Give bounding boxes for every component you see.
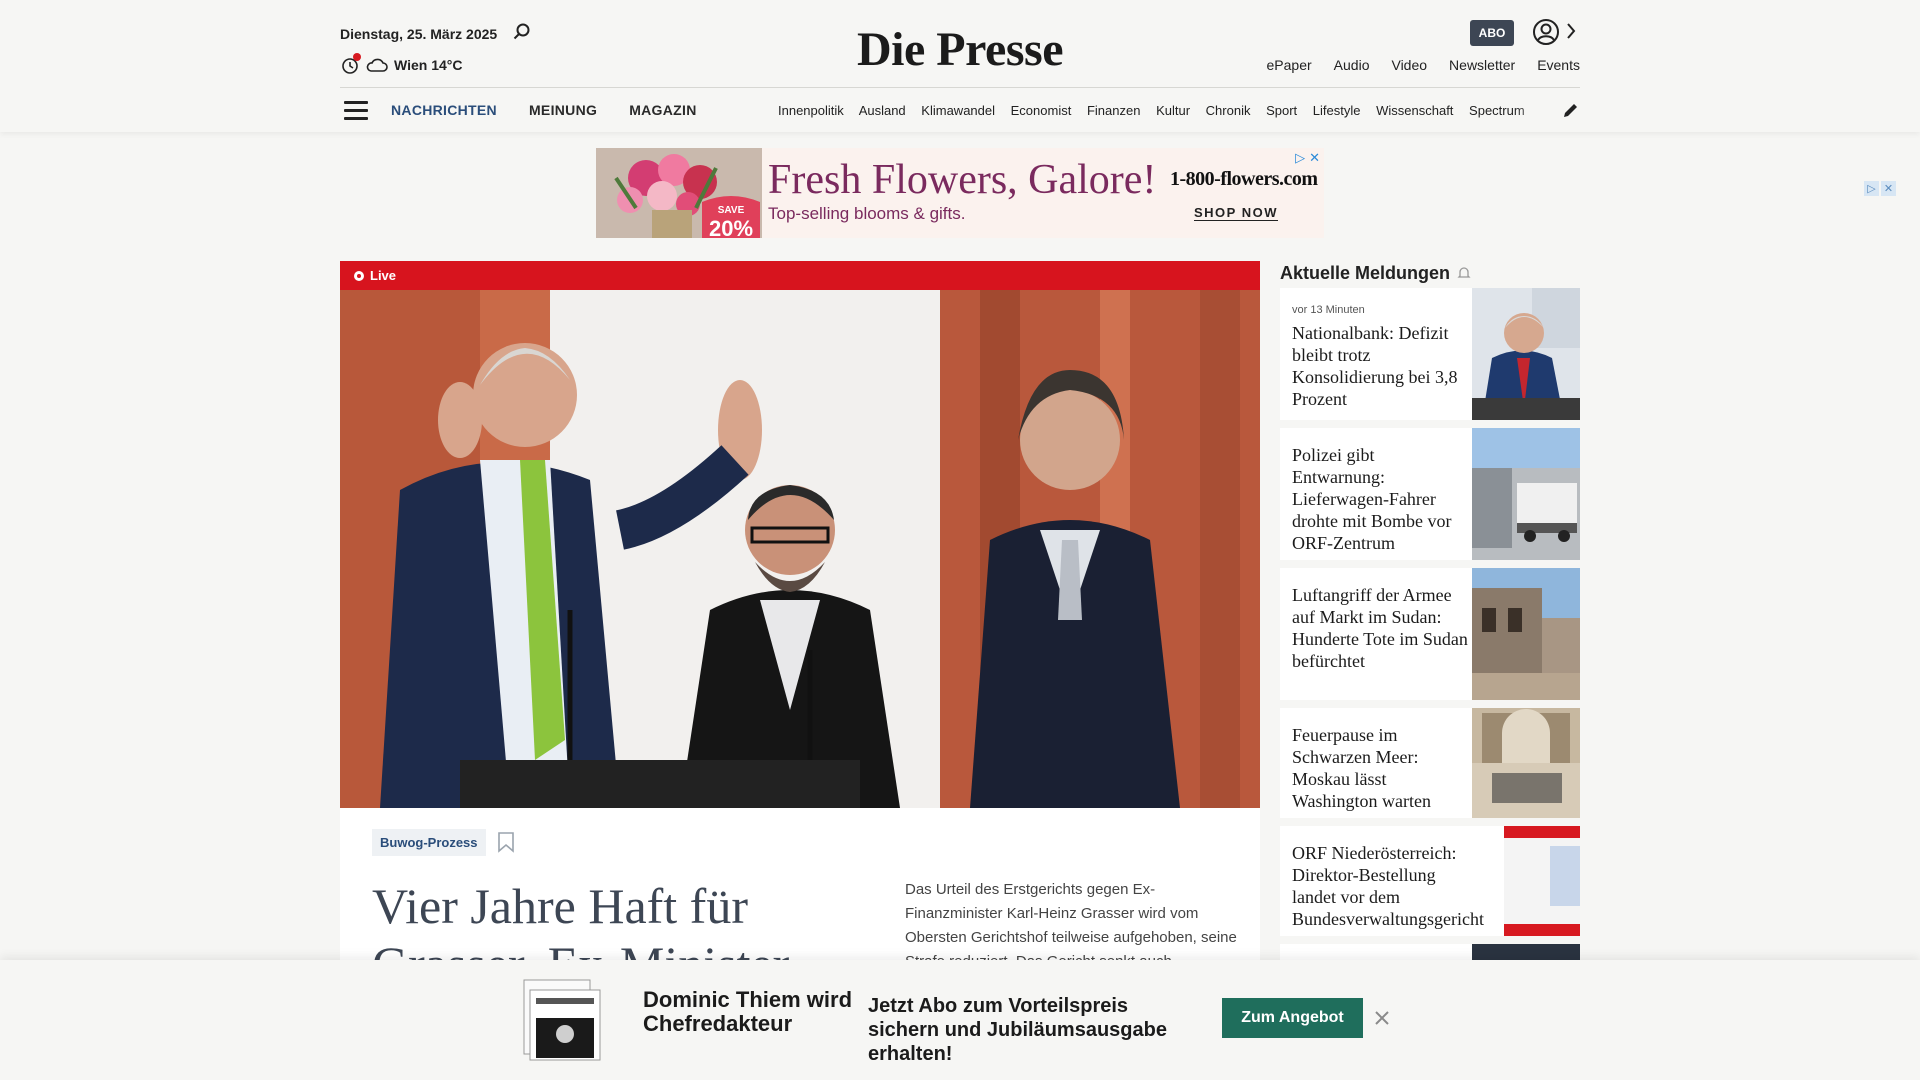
news-thumbnail[interactable] bbox=[1472, 826, 1580, 936]
nav-finanzen[interactable]: Finanzen bbox=[1087, 103, 1140, 118]
top-links: ePaper Audio Video Newsletter Events bbox=[1267, 57, 1580, 73]
lead-photo[interactable] bbox=[340, 290, 1260, 808]
news-item[interactable]: Feuerpause im Schwarzen Meer: Moskau läs… bbox=[1280, 708, 1580, 818]
nav-kultur[interactable]: Kultur bbox=[1156, 103, 1190, 118]
nav-wissenschaft[interactable]: Wissenschaft bbox=[1376, 103, 1453, 118]
main-navigation: NACHRICHTEN MEINUNG MAGAZIN Innenpolitik… bbox=[340, 87, 1580, 132]
news-headline[interactable]: ORF Niederösterreich: Direktor-Bestellun… bbox=[1292, 842, 1484, 930]
site-header: Dienstag, 25. März 2025 Wien 14°C Die Pr… bbox=[0, 0, 1920, 132]
nav-klimawandel[interactable]: Klimawandel bbox=[921, 103, 995, 118]
nav-sport[interactable]: Sport bbox=[1266, 103, 1297, 118]
ad-cta[interactable]: SHOP NOW bbox=[1194, 205, 1278, 221]
pencil-icon[interactable] bbox=[1562, 101, 1580, 119]
newspaper-image bbox=[523, 979, 601, 1061]
save-badge: SAVE 20% bbox=[702, 196, 760, 238]
save-value: 20% bbox=[709, 216, 753, 238]
ad-subline: Top-selling blooms & gifts. bbox=[768, 204, 966, 223]
abo-button[interactable]: ABO bbox=[1470, 20, 1514, 46]
ad-choices-icon[interactable]: ▷ ✕ bbox=[1864, 181, 1896, 197]
news-thumbnail[interactable] bbox=[1472, 708, 1580, 818]
live-icon bbox=[354, 270, 364, 281]
bookmark-icon[interactable] bbox=[497, 831, 515, 853]
news-thumbnail[interactable] bbox=[1472, 288, 1580, 420]
save-label: SAVE bbox=[718, 205, 745, 216]
nav-economist[interactable]: Economist bbox=[1011, 103, 1072, 118]
ressort-nav: Innenpolitik Ausland Klimawandel Economi… bbox=[778, 103, 1560, 118]
topic-tag[interactable]: Buwog-Prozess bbox=[372, 829, 486, 856]
live-label: Live bbox=[370, 268, 397, 283]
ad-headline: Fresh Flowers, Galore! bbox=[768, 157, 1157, 203]
sidebar-title-text: Aktuelle Meldungen bbox=[1280, 262, 1451, 283]
live-bar: Live bbox=[340, 261, 1260, 290]
subscription-bar: Dominic Thiem wird Chefredakteur Jetzt A… bbox=[0, 960, 1920, 1080]
link-audio[interactable]: Audio bbox=[1334, 57, 1370, 73]
news-headline[interactable]: Luftangriff der Armee auf Markt im Sudan… bbox=[1292, 584, 1470, 672]
close-icon[interactable] bbox=[1372, 1008, 1392, 1028]
link-newsletter[interactable]: Newsletter bbox=[1449, 57, 1515, 73]
ad-brand: 1-800-flowers.com bbox=[1170, 168, 1318, 190]
latest-news-sidebar: Aktuelle Meldungen vor 13 Minuten Nation… bbox=[1280, 258, 1580, 992]
nav-ausland[interactable]: Ausland bbox=[859, 103, 906, 118]
promo-title: Dominic Thiem wird Chefredakteur bbox=[643, 987, 853, 1036]
news-item[interactable]: Polizei gibt Entwarnung: Lieferwagen-Fah… bbox=[1280, 428, 1580, 560]
news-thumbnail[interactable] bbox=[1472, 568, 1580, 700]
nav-chronik[interactable]: Chronik bbox=[1206, 103, 1251, 118]
ad-choices-icon[interactable]: ▷ ✕ bbox=[1295, 150, 1320, 166]
nav-innenpolitik[interactable]: Innenpolitik bbox=[778, 103, 844, 118]
sidebar-title: Aktuelle Meldungen bbox=[1280, 258, 1580, 288]
news-thumbnail[interactable] bbox=[1472, 428, 1580, 560]
lead-article[interactable]: Live Buwog-Prozess Vier Jahre Haft für D… bbox=[340, 261, 1260, 1080]
news-item[interactable]: Luftangriff der Armee auf Markt im Sudan… bbox=[1280, 568, 1580, 700]
nav-meinung[interactable]: MEINUNG bbox=[529, 102, 597, 118]
link-epaper[interactable]: ePaper bbox=[1267, 57, 1312, 73]
nav-spectrum[interactable]: Spectrum bbox=[1469, 103, 1525, 118]
nav-lifestyle[interactable]: Lifestyle bbox=[1313, 103, 1361, 118]
promo-offer: Jetzt Abo zum Vorteilspreis sichern und … bbox=[868, 995, 1167, 1065]
ad-banner[interactable]: SAVE 20% Fresh Flowers, Galore! Top-sell… bbox=[596, 148, 1324, 238]
nav-nachrichten[interactable]: NACHRICHTEN bbox=[391, 102, 497, 118]
news-headline[interactable]: Nationalbank: Defizit bleibt trotz Konso… bbox=[1292, 322, 1470, 410]
news-item[interactable]: ORF Niederösterreich: Direktor-Bestellun… bbox=[1280, 826, 1580, 936]
link-events[interactable]: Events bbox=[1537, 57, 1580, 73]
news-headline[interactable]: Feuerpause im Schwarzen Meer: Moskau läs… bbox=[1292, 724, 1470, 812]
link-video[interactable]: Video bbox=[1391, 57, 1427, 73]
nav-magazin[interactable]: MAGAZIN bbox=[629, 102, 696, 118]
news-time: vor 13 Minuten bbox=[1292, 304, 1365, 316]
news-headline[interactable]: Polizei gibt Entwarnung: Lieferwagen-Fah… bbox=[1292, 444, 1470, 554]
hamburger-icon[interactable] bbox=[344, 101, 368, 121]
offer-button[interactable]: Zum Angebot bbox=[1222, 998, 1363, 1038]
user-icon[interactable] bbox=[1532, 18, 1560, 46]
news-item[interactable]: vor 13 Minuten Nationalbank: Defizit ble… bbox=[1280, 288, 1580, 420]
chevron-right-icon[interactable] bbox=[1564, 20, 1578, 42]
section-nav: NACHRICHTEN MEINUNG MAGAZIN bbox=[391, 102, 697, 118]
bell-icon[interactable] bbox=[1456, 265, 1472, 281]
